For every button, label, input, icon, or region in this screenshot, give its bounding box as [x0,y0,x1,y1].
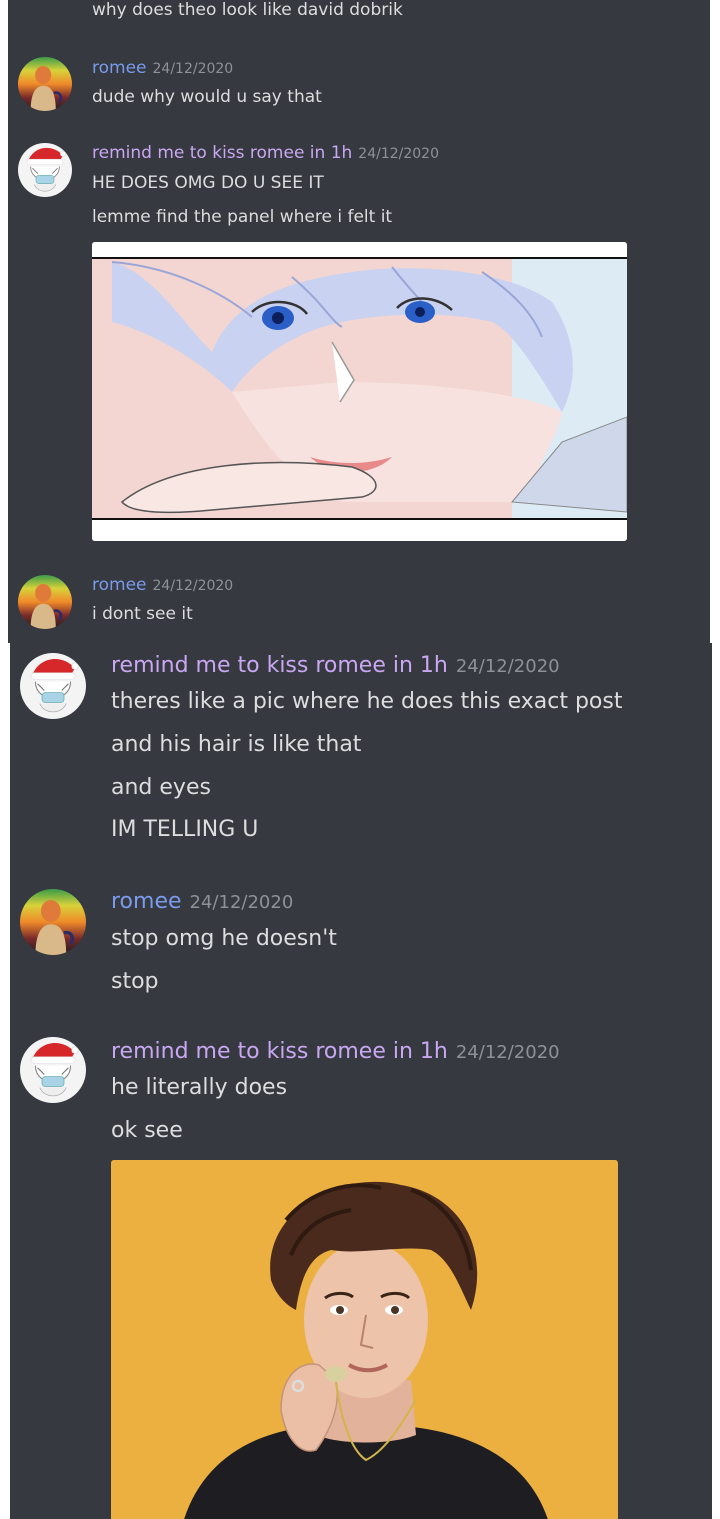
username-remind[interactable]: remind me to kiss romee in 1h [111,653,448,678]
santa-hat-anime-avatar-icon[interactable] [18,143,72,197]
screenshot: why does theo look like david dobrik rom… [0,0,720,1519]
message-group: romee 24/12/2020 i dont see it [8,570,710,640]
message-text: stop [111,969,159,994]
message-header: romee 24/12/2020 [92,575,233,595]
message-header: romee 24/12/2020 [92,58,233,78]
rainbow-figure-avatar-icon[interactable] [18,57,72,111]
message-group: remind me to kiss romee in 1h 24/12/2020 … [10,1033,712,1519]
message-header: remind me to kiss romee in 1h 24/12/2020 [92,143,439,163]
username-remind[interactable]: remind me to kiss romee in 1h [92,143,352,163]
message-group: remind me to kiss romee in 1h 24/12/2020 … [10,643,712,853]
rainbow-figure-avatar-icon[interactable] [20,889,86,955]
chat-panel-top[interactable]: why does theo look like david dobrik rom… [8,0,710,643]
message-header: remind me to kiss romee in 1h 24/12/2020 [111,653,560,678]
message-text: he literally does [111,1075,288,1100]
message-group: romee 24/12/2020 dude why would u say tha… [8,52,710,112]
santa-hat-anime-avatar-icon[interactable] [20,653,86,719]
chat-panel-bottom[interactable]: remind me to kiss romee in 1h 24/12/2020 … [10,643,712,1519]
message-text: and his hair is like that [111,732,362,757]
message-text: i dont see it [92,604,193,624]
message-text: why does theo look like david dobrik [92,0,403,20]
message-header: romee 24/12/2020 [111,889,293,914]
message-group: romee 24/12/2020 stop omg he doesn't stop [10,883,712,1003]
message-text: dude why would u say that [92,87,322,107]
username-romee[interactable]: romee [92,575,147,595]
message-text: HE DOES OMG DO U SEE IT [92,173,324,193]
message-text: IM TELLING U [111,817,259,842]
rainbow-figure-avatar-icon[interactable] [18,575,72,629]
photo-image[interactable] [111,1160,618,1519]
message-text: and eyes [111,775,211,800]
username-remind[interactable]: remind me to kiss romee in 1h [111,1039,448,1064]
message-text: ok see [111,1118,183,1143]
message-text: stop omg he doesn't [111,926,337,951]
timestamp: 24/12/2020 [152,61,234,77]
username-romee[interactable]: romee [111,889,182,914]
manga-panel-image[interactable] [92,242,627,541]
message-header: remind me to kiss romee in 1h 24/12/2020 [111,1039,560,1064]
timestamp: 24/12/2020 [455,1042,560,1063]
username-romee[interactable]: romee [92,58,147,78]
message-text: theres like a pic where he does this exa… [111,689,623,714]
timestamp: 24/12/2020 [152,578,234,594]
timestamp: 24/12/2020 [358,146,439,162]
timestamp: 24/12/2020 [189,892,294,913]
santa-hat-anime-avatar-icon[interactable] [20,1037,86,1103]
message-text: lemme find the panel where i felt it [92,207,393,227]
timestamp: 24/12/2020 [455,656,560,677]
message-group: remind me to kiss romee in 1h 24/12/2020 … [8,140,710,550]
